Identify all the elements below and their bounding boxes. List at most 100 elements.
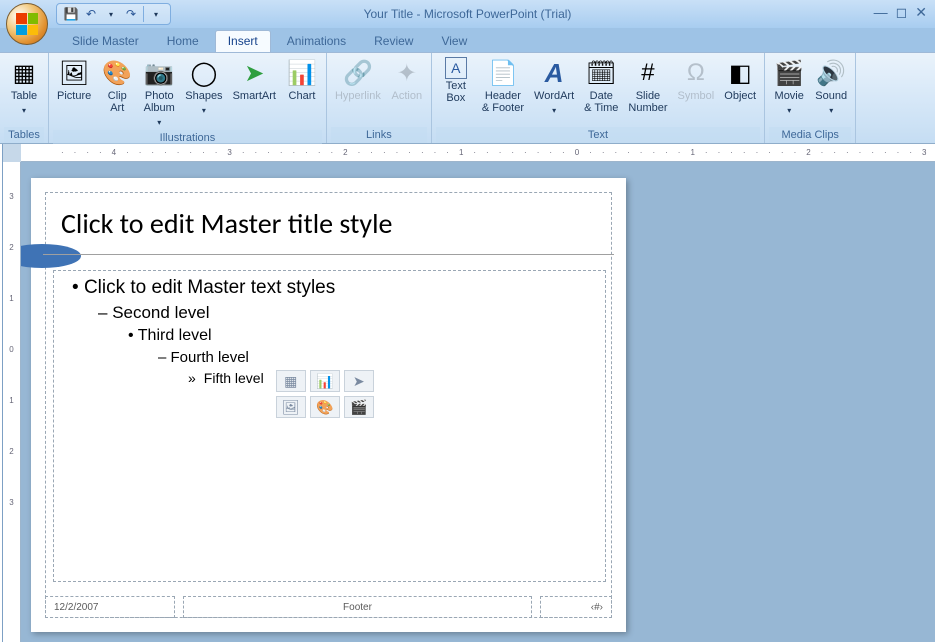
redo-icon[interactable]: ↷ xyxy=(123,6,139,22)
clip-art-label: Clip Art xyxy=(108,90,127,114)
picture-button[interactable]: 🖼Picture xyxy=(53,55,95,104)
title-bar: 💾 ↶ ↷ Your Title - Microsoft PowerPoint … xyxy=(0,0,935,28)
tab-slide-master[interactable]: Slide Master xyxy=(60,31,151,52)
body-level-4: Fourth level xyxy=(158,349,595,366)
text-box-button[interactable]: AText Box xyxy=(436,55,476,106)
group-illustrations: 🖼Picture 🎨Clip Art 📷Photo Album ◯Shapes … xyxy=(49,53,327,143)
object-button[interactable]: ◧Object xyxy=(720,55,760,104)
wordart-label: WordArt xyxy=(534,90,574,102)
insert-smartart-icon[interactable]: ➤ xyxy=(344,370,374,392)
insert-picture-icon[interactable]: 🖼 xyxy=(276,396,306,418)
slide-number-button[interactable]: #Slide Number xyxy=(624,55,671,116)
master-body-placeholder[interactable]: Click to edit Master text styles Second … xyxy=(53,270,606,582)
slide-canvas[interactable]: Click to edit Master title style Click t… xyxy=(21,162,935,642)
table-dropdown-icon xyxy=(22,102,26,116)
tab-home[interactable]: Home xyxy=(155,31,211,52)
insert-table-icon[interactable]: ▦ xyxy=(276,370,306,392)
action-label: Action xyxy=(392,90,423,102)
group-media-label: Media Clips xyxy=(769,127,851,143)
master-title-placeholder[interactable]: Click to edit Master title style xyxy=(61,206,606,241)
insert-clipart-icon[interactable]: 🎨 xyxy=(310,396,340,418)
footer-placeholders: 12/2/2007 Footer ‹#› xyxy=(45,596,612,618)
table-label: Table xyxy=(11,90,37,102)
maximize-button[interactable]: ◻ xyxy=(896,4,908,21)
horizontal-ruler[interactable]: ····4········3········2········1········… xyxy=(21,144,935,162)
wordart-button[interactable]: AWordArt xyxy=(530,55,578,118)
body-level-2: Second level xyxy=(98,303,595,323)
object-icon: ◧ xyxy=(724,57,756,89)
clip-art-button[interactable]: 🎨Clip Art xyxy=(97,55,137,116)
slide-editor: ····4········3········2········1········… xyxy=(3,144,935,642)
content-placeholder-icons[interactable]: ▦ 📊 ➤ 🖼 🎨 🎬 xyxy=(276,370,374,418)
ruler-tick: 1 xyxy=(9,396,13,405)
smartart-button[interactable]: ➤SmartArt xyxy=(229,55,280,104)
hyperlink-icon: 🔗 xyxy=(342,57,374,89)
tab-animations[interactable]: Animations xyxy=(275,31,358,52)
photo-album-icon: 📷 xyxy=(143,57,175,89)
shapes-label: Shapes xyxy=(185,90,222,102)
sound-button[interactable]: 🔊Sound xyxy=(811,55,851,118)
chart-icon: 📊 xyxy=(286,57,318,89)
slide-number-label: Slide Number xyxy=(628,90,667,114)
close-button[interactable]: ✕ xyxy=(915,4,927,21)
tab-review[interactable]: Review xyxy=(362,31,425,52)
chart-button[interactable]: 📊Chart xyxy=(282,55,322,104)
tab-insert[interactable]: Insert xyxy=(215,30,271,52)
header-footer-label: Header & Footer xyxy=(482,90,524,114)
movie-label: Movie xyxy=(775,90,804,102)
date-placeholder[interactable]: 12/2/2007 xyxy=(45,596,175,618)
text-box-label: Text Box xyxy=(446,80,466,104)
insert-media-icon[interactable]: 🎬 xyxy=(344,396,374,418)
clip-art-icon: 🎨 xyxy=(101,57,133,89)
undo-icon[interactable]: ↶ xyxy=(83,6,99,22)
window-title: Your Title - Microsoft PowerPoint (Trial… xyxy=(364,7,572,21)
qat-customize[interactable] xyxy=(148,6,164,22)
tab-view[interactable]: View xyxy=(429,31,479,52)
wordart-icon: A xyxy=(538,57,570,89)
photo-album-button[interactable]: 📷Photo Album xyxy=(139,55,179,130)
hyperlink-label: Hyperlink xyxy=(335,90,381,102)
symbol-button: ΩSymbol xyxy=(674,55,719,104)
body-level-1: Click to edit Master text styles xyxy=(72,277,595,299)
slide[interactable]: Click to edit Master title style Click t… xyxy=(31,178,626,632)
smartart-label: SmartArt xyxy=(233,90,276,102)
movie-button[interactable]: 🎬Movie xyxy=(769,55,809,118)
minimize-button[interactable]: — xyxy=(874,4,888,21)
slide-number-placeholder[interactable]: ‹#› xyxy=(540,596,612,618)
body-level-3: Third level xyxy=(128,327,595,345)
slide-number-icon: # xyxy=(632,57,664,89)
smartart-icon: ➤ xyxy=(238,57,270,89)
group-tables: ▦ Table Tables xyxy=(0,53,49,143)
window-controls: — ◻ ✕ xyxy=(874,4,927,21)
sound-label: Sound xyxy=(815,90,847,102)
photo-album-dropdown-icon xyxy=(157,114,161,128)
ribbon-tabs: Slide Master Home Insert Animations Revi… xyxy=(52,28,935,52)
quick-access-toolbar: 💾 ↶ ↷ xyxy=(56,3,171,25)
group-media: 🎬Movie 🔊Sound Media Clips xyxy=(765,53,856,143)
table-icon: ▦ xyxy=(8,57,40,89)
hyperlink-button: 🔗Hyperlink xyxy=(331,55,385,104)
undo-dropdown[interactable] xyxy=(103,6,119,22)
office-button[interactable] xyxy=(6,3,48,45)
ruler-tick: 1 xyxy=(9,294,13,303)
footer-placeholder[interactable]: Footer xyxy=(183,596,532,618)
save-icon[interactable]: 💾 xyxy=(63,6,79,22)
photo-album-label: Photo Album xyxy=(144,90,175,114)
text-box-icon: A xyxy=(445,57,467,79)
ruler-tick: 3 xyxy=(9,498,13,507)
action-icon: ✦ xyxy=(391,57,423,89)
vertical-ruler[interactable]: 3 2 1 0 1 2 3 xyxy=(3,162,21,642)
shapes-button[interactable]: ◯Shapes xyxy=(181,55,226,118)
insert-chart-icon[interactable]: 📊 xyxy=(310,370,340,392)
date-time-button[interactable]: 🗓Date & Time xyxy=(580,55,622,116)
table-button[interactable]: ▦ Table xyxy=(4,55,44,118)
header-footer-button[interactable]: 📄Header & Footer xyxy=(478,55,528,116)
ruler-tick: 3 xyxy=(9,192,13,201)
picture-icon: 🖼 xyxy=(58,57,90,89)
picture-label: Picture xyxy=(57,90,91,102)
ruler-tick: 2 xyxy=(9,243,13,252)
header-footer-icon: 📄 xyxy=(487,57,519,89)
ribbon: ▦ Table Tables 🖼Picture 🎨Clip Art 📷Photo… xyxy=(0,52,935,144)
date-time-label: Date & Time xyxy=(584,90,618,114)
chart-label: Chart xyxy=(289,90,316,102)
